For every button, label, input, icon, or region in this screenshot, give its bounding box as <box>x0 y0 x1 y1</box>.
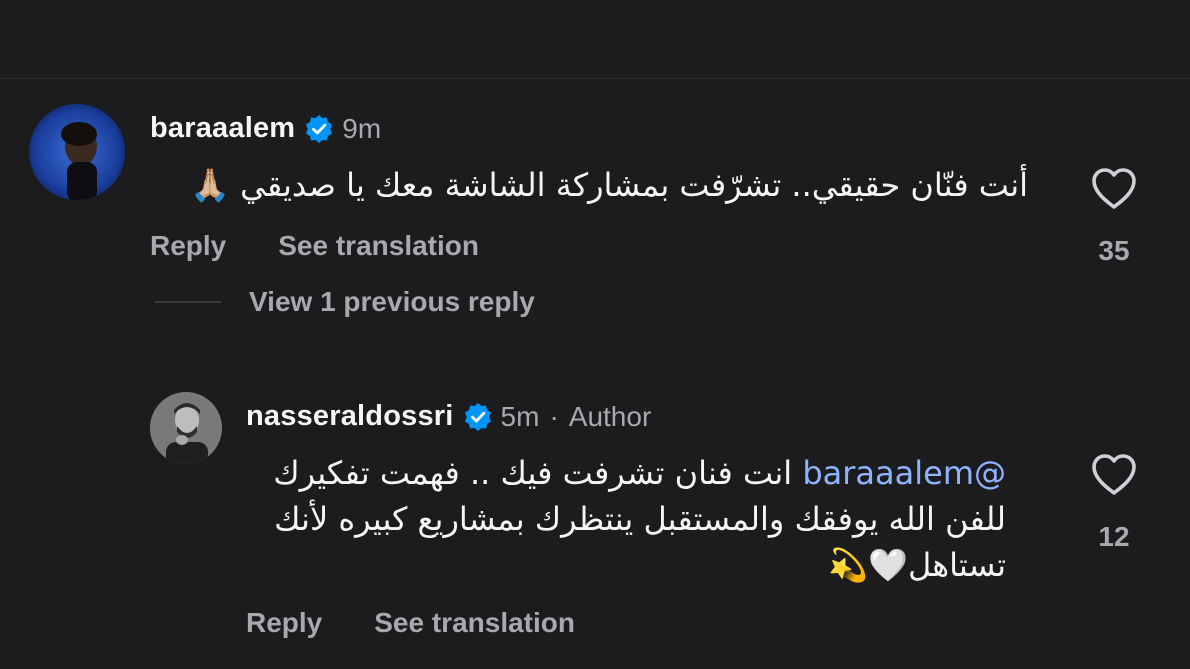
timestamp: 5m <box>500 400 540 432</box>
username[interactable]: nasseraldossri <box>246 400 454 433</box>
reply-button[interactable]: Reply <box>246 607 322 639</box>
heart-outline-icon[interactable] <box>1088 448 1140 500</box>
comment-text: @baraaalem انت فنان تشرفت فيك .. فهمت تف… <box>246 450 1006 588</box>
timestamp: 9m <box>342 112 382 144</box>
like-1: 35 <box>1086 162 1142 267</box>
comment-text: أنت فنّان حقيقي.. تشرّفت بمشاركة الشاشة … <box>190 166 1028 204</box>
mention-link[interactable]: @baraaalem <box>802 454 1006 492</box>
comment-2-header: nasseraldossri 5m · Author <box>246 400 651 433</box>
see-translation-button[interactable]: See translation <box>374 607 575 639</box>
reply-button[interactable]: Reply <box>150 230 226 262</box>
comment-1-header: baraaalem 9m <box>150 112 381 145</box>
username[interactable]: baraaalem <box>150 112 295 145</box>
heart-outline-icon[interactable] <box>1088 162 1140 214</box>
comment-2-actions: Reply See translation <box>246 607 575 639</box>
verified-badge-icon <box>463 402 493 432</box>
reply-thread-line <box>155 301 221 303</box>
author-badge: Author <box>568 400 652 432</box>
like-count: 35 <box>1098 235 1130 266</box>
avatar-nasseraldossri[interactable] <box>150 392 222 464</box>
like-count: 12 <box>1098 521 1130 552</box>
avatar-baraaalem[interactable] <box>29 104 125 200</box>
like-2: 12 <box>1086 448 1142 553</box>
see-translation-button[interactable]: See translation <box>278 230 479 262</box>
top-bar <box>0 0 1190 79</box>
separator-dot: · <box>549 400 559 432</box>
view-previous-reply-button[interactable]: View 1 previous reply <box>249 286 535 318</box>
comment-1-actions: Reply See translation <box>150 230 479 262</box>
verified-badge-icon <box>304 114 334 144</box>
view-replies: View 1 previous reply <box>155 286 535 318</box>
